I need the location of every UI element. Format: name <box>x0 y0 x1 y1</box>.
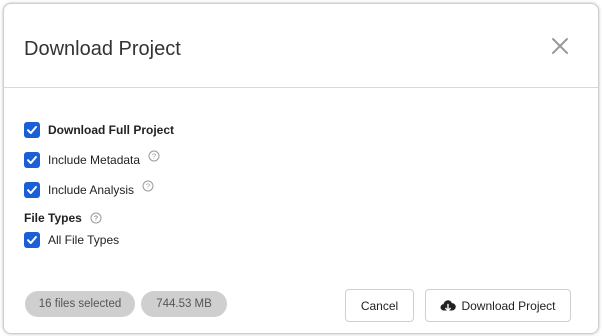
dialog-header: Download Project <box>4 4 598 88</box>
dialog-body: Download Full Project Include Metadata ?… <box>4 88 598 268</box>
download-label: Download Project <box>461 298 556 313</box>
checkmark-icon <box>27 126 37 134</box>
dialog-footer: 16 files selected 744.53 MB Cancel Downl… <box>4 286 598 326</box>
file-types-label: File Types <box>24 211 82 225</box>
checkbox-include-metadata[interactable] <box>24 152 40 168</box>
option-label: Download Full Project <box>48 123 175 137</box>
file-types-heading: File Types ? <box>24 211 102 225</box>
svg-text:?: ? <box>146 182 150 191</box>
option-all-file-types[interactable]: All File Types <box>24 232 119 248</box>
option-download-full-project[interactable]: Download Full Project <box>24 122 174 138</box>
help-icon[interactable]: ? <box>90 212 102 224</box>
option-include-analysis[interactable]: Include Analysis ? <box>24 180 154 198</box>
checkmark-icon <box>27 156 37 164</box>
checkbox-all-file-types[interactable] <box>24 232 40 248</box>
checkbox-download-full-project[interactable] <box>24 122 40 138</box>
checkmark-icon <box>27 186 37 194</box>
option-label: Include Analysis <box>48 183 135 197</box>
download-project-button[interactable]: Download Project <box>425 289 571 322</box>
cancel-button[interactable]: Cancel <box>345 289 414 322</box>
dialog-title: Download Project <box>24 38 181 60</box>
svg-text:?: ? <box>94 214 99 223</box>
help-icon[interactable]: ? <box>142 180 154 192</box>
files-selected-badge: 16 files selected <box>25 291 135 317</box>
checkmark-icon <box>27 236 37 244</box>
download-project-dialog: Download Project Download Full Project I… <box>3 3 599 334</box>
close-button[interactable] <box>548 34 572 58</box>
svg-text:?: ? <box>152 152 156 161</box>
close-icon <box>552 38 568 54</box>
size-badge: 744.53 MB <box>141 291 227 317</box>
option-label: All File Types <box>48 233 120 247</box>
cancel-label: Cancel <box>360 298 399 313</box>
cloud-download-icon <box>440 299 457 311</box>
option-label: Include Metadata <box>48 153 141 167</box>
option-include-metadata[interactable]: Include Metadata ? <box>24 150 160 168</box>
checkbox-include-analysis[interactable] <box>24 182 40 198</box>
help-icon[interactable]: ? <box>148 150 160 162</box>
